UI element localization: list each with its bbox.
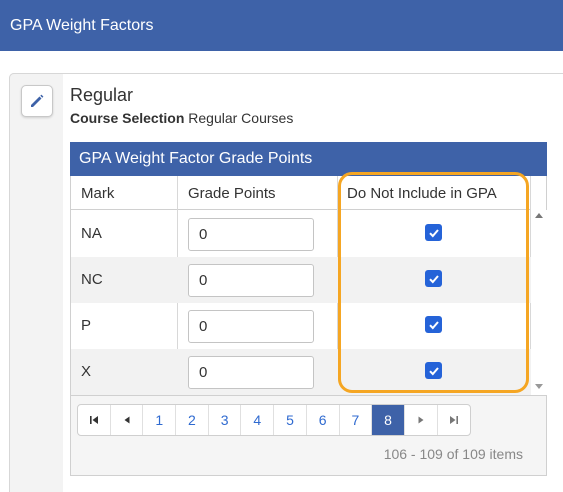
scroll-up-icon[interactable] <box>535 213 543 218</box>
page-button[interactable]: 7 <box>340 405 373 435</box>
page-button[interactable]: 2 <box>176 405 209 435</box>
first-page-icon <box>89 416 98 424</box>
grade-points-input[interactable]: 0 <box>188 218 314 251</box>
exclude-gpa-checkbox[interactable] <box>425 362 442 379</box>
course-selection: Course Selection Regular Courses <box>70 110 293 126</box>
grade-points-input[interactable]: 0 <box>188 264 314 297</box>
mark-cell: NA <box>81 225 102 242</box>
table-row: X 0 <box>71 349 531 395</box>
column-header-mark[interactable]: Mark <box>81 176 114 210</box>
checkmark-icon <box>428 366 439 375</box>
current-page-button[interactable]: 8 <box>372 405 405 435</box>
table-row: NC 0 <box>71 257 531 303</box>
page-button[interactable]: 3 <box>209 405 242 435</box>
pager-buttons: 1 2 3 4 5 6 7 8 <box>77 404 472 436</box>
window-title: GPA Weight Factors <box>10 17 154 34</box>
prev-page-button[interactable] <box>111 405 144 435</box>
pencil-icon <box>31 94 44 107</box>
course-selection-label: Course Selection <box>70 110 185 126</box>
page-button[interactable]: 1 <box>143 405 177 435</box>
grade-points-input[interactable]: 0 <box>188 356 314 389</box>
column-header-exclude-gpa[interactable]: Do Not Include in GPA <box>347 176 497 210</box>
exclude-gpa-checkbox[interactable] <box>425 224 442 241</box>
pager: 1 2 3 4 5 6 7 8 106 - 109 of 109 items <box>70 396 547 476</box>
first-page-button[interactable] <box>78 405 111 435</box>
pager-info: 106 - 109 of 109 items <box>383 446 523 462</box>
page-button[interactable]: 5 <box>274 405 307 435</box>
record-title: Regular <box>70 85 134 105</box>
mark-cell: P <box>81 317 92 334</box>
window-title-bar: GPA Weight Factors <box>0 0 563 51</box>
last-page-button[interactable] <box>438 405 471 435</box>
course-selection-value: Regular Courses <box>188 110 294 126</box>
edit-button[interactable] <box>21 85 53 117</box>
grade-points-grid: Mark Grade Points Do Not Include in GPA … <box>70 176 547 396</box>
checkmark-icon <box>428 274 439 283</box>
last-page-icon <box>449 416 458 424</box>
vertical-scrollbar[interactable] <box>531 210 547 395</box>
mark-cell: X <box>81 363 92 380</box>
record-left-rail <box>9 73 63 492</box>
table-row: NA 0 <box>71 211 531 257</box>
mark-cell: NC <box>81 271 103 288</box>
spacer <box>0 51 563 73</box>
grid-title: GPA Weight Factor Grade Points <box>70 142 547 176</box>
exclude-gpa-checkbox[interactable] <box>425 316 442 333</box>
table-row: P 0 <box>71 303 531 349</box>
page-button[interactable]: 4 <box>241 405 275 435</box>
scroll-down-icon[interactable] <box>535 384 543 389</box>
checkmark-icon <box>428 320 439 329</box>
grade-points-input[interactable]: 0 <box>188 310 314 343</box>
page-button[interactable]: 6 <box>307 405 340 435</box>
checkmark-icon <box>428 228 439 237</box>
column-header-grade-points[interactable]: Grade Points <box>188 176 276 210</box>
prev-page-icon <box>124 416 130 424</box>
exclude-gpa-checkbox[interactable] <box>425 270 442 287</box>
next-page-button[interactable] <box>405 405 438 435</box>
next-page-icon <box>418 416 424 424</box>
